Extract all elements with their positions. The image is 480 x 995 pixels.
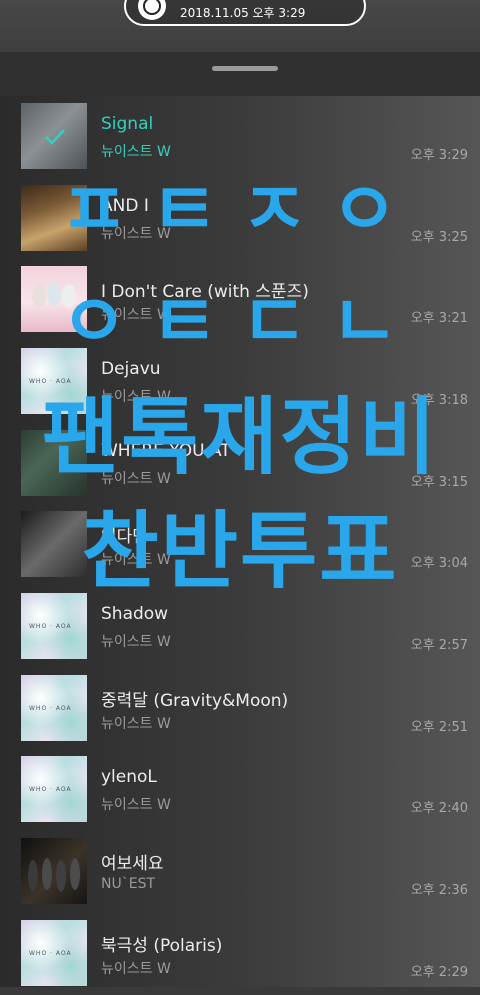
playlist-item[interactable]: 여보세요 NU`EST 오후 2:36 — [0, 831, 480, 913]
album-art — [21, 430, 87, 496]
song-title: 있다면 — [101, 527, 148, 547]
played-time: 오후 2:36 — [410, 883, 468, 898]
song-title: AND I — [101, 196, 149, 216]
album-art — [21, 185, 87, 251]
playlist-item[interactable]: Signal 뉴이스트 W 오후 3:29 — [0, 96, 480, 178]
song-artist: NU`EST — [101, 876, 156, 892]
song-title: WHERE YOU AT — [101, 441, 231, 461]
playlist-item[interactable]: AND I 뉴이스트 W 오후 3:25 — [0, 178, 480, 260]
playlist-item[interactable]: Shadow 뉴이스트 W 오후 2:57 — [0, 586, 480, 668]
playlist-item[interactable]: Dejavu 뉴이스트 W 오후 3:18 — [0, 341, 480, 423]
song-artist: 뉴이스트 W — [101, 144, 171, 160]
playlist-item[interactable]: 중력달 (Gravity&Moon) 뉴이스트 W 오후 2:51 — [0, 668, 480, 750]
song-artist: 뉴이스트 W — [101, 797, 171, 813]
song-artist: 뉴이스트 W — [101, 634, 171, 650]
playlist-item[interactable]: ylenoL 뉴이스트 W 오후 2:40 — [0, 749, 480, 831]
notification-bar: 2018.11.05 오후 3:29 — [0, 0, 480, 52]
song-artist: 뉴이스트 W — [101, 307, 171, 323]
played-time: 오후 2:40 — [410, 801, 468, 816]
now-playing-pill[interactable]: 2018.11.05 오후 3:29 — [124, 0, 366, 26]
played-time: 오후 3:04 — [410, 556, 468, 571]
played-time: 오후 3:15 — [410, 475, 468, 490]
song-title: Shadow — [101, 604, 169, 624]
playlist-item[interactable]: I Don't Care (with 스푼즈) 뉴이스트 W 오후 3:21 — [0, 259, 480, 341]
album-art — [21, 675, 87, 741]
checkmark-icon — [45, 129, 65, 145]
album-art — [21, 920, 87, 986]
album-art — [21, 756, 87, 822]
song-title: 여보세요 — [101, 854, 164, 874]
played-time: 오후 2:57 — [410, 638, 468, 653]
album-art — [21, 348, 87, 414]
song-title: 중력달 (Gravity&Moon) — [101, 691, 289, 711]
drag-handle[interactable] — [212, 66, 278, 71]
song-artist: 뉴이스트 W — [101, 471, 171, 487]
song-artist: 뉴이스트 W — [101, 226, 171, 242]
album-art — [21, 103, 87, 169]
song-artist: 뉴이스트 W — [101, 716, 171, 732]
song-artist: 뉴이스트 W — [101, 961, 171, 977]
played-time: 오후 3:21 — [410, 311, 468, 326]
disc-icon — [138, 0, 166, 20]
album-art — [21, 511, 87, 577]
played-time: 오후 2:29 — [410, 965, 468, 980]
playlist-item[interactable]: 있다면뉴이스트 W 오후 3:04 — [0, 504, 480, 586]
song-artist: 뉴이스트 W — [101, 552, 171, 568]
song-title: 북극성 (Polaris) — [101, 936, 223, 956]
song-artist: 뉴이스트 W — [101, 389, 171, 405]
album-art — [21, 266, 87, 332]
played-time: 오후 3:25 — [410, 230, 468, 245]
song-title: Signal — [101, 114, 154, 134]
sheet-header[interactable] — [0, 52, 480, 96]
playlist-item[interactable]: WHERE YOU AT 뉴이스트 W 오후 3:15 — [0, 423, 480, 505]
album-art — [21, 593, 87, 659]
song-title: ylenoL — [101, 767, 157, 787]
timestamp: 2018.11.05 오후 3:29 — [180, 6, 306, 20]
played-time: 오후 3:29 — [410, 148, 468, 163]
played-time: 오후 2:51 — [410, 720, 468, 735]
album-art — [21, 838, 87, 904]
song-title: I Don't Care (with 스푼즈) — [101, 282, 309, 302]
played-time: 오후 3:18 — [410, 393, 468, 408]
song-title: Dejavu — [101, 359, 161, 379]
playlist-item[interactable]: 북극성 (Polaris) 뉴이스트 W 오후 2:29 — [0, 913, 480, 995]
playlist: Signal 뉴이스트 W 오후 3:29 AND I 뉴이스트 W 오후 3:25 I D… — [0, 96, 480, 987]
